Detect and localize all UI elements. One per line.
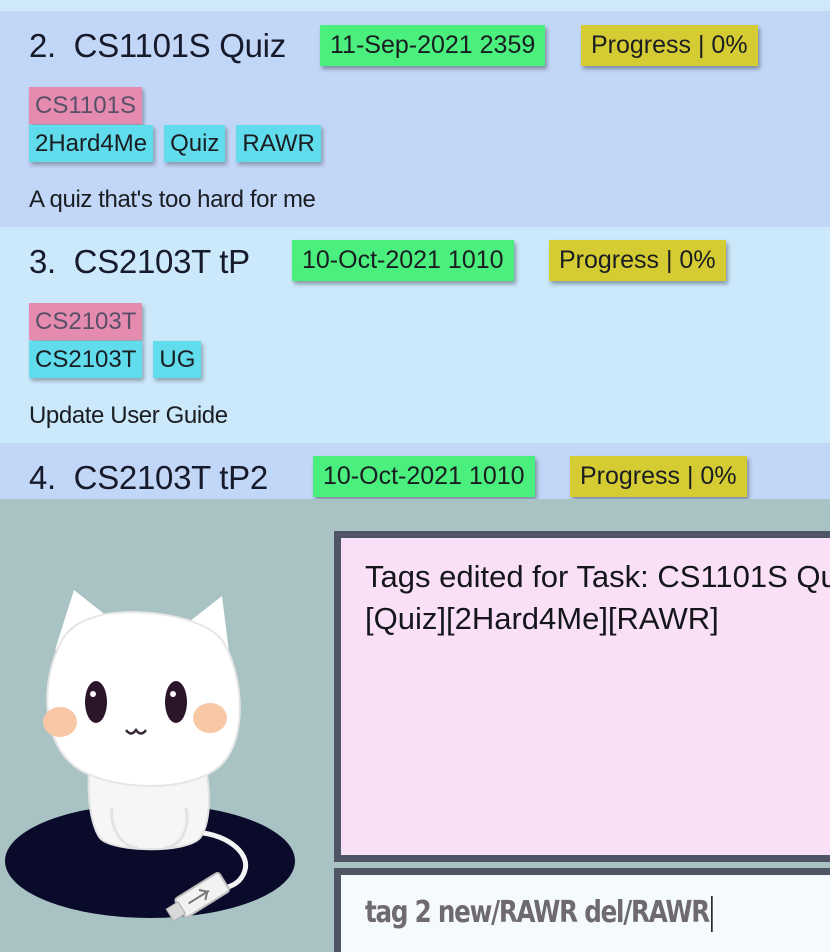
- tag-list: 2Hard4Me Quiz RAWR: [29, 125, 321, 162]
- cat-mascot-icon: [5, 590, 295, 922]
- module-tag: CS1101S: [29, 87, 142, 124]
- tag: CS2103T: [29, 341, 143, 378]
- result-display: Tags edited for Task: CS1101S Quiz [Quiz…: [334, 531, 830, 862]
- progress-chip: Progress | 0%: [570, 456, 747, 497]
- text-caret: [710, 895, 713, 932]
- task-card[interactable]: 2. CS1101S Quiz 11-Sep-2021 2359 Progres…: [0, 11, 830, 227]
- tag: RAWR: [236, 125, 321, 162]
- tag: UG: [153, 341, 202, 378]
- progress-chip: Progress | 0%: [581, 25, 758, 66]
- module-tag: CS2103T: [29, 303, 143, 340]
- command-input[interactable]: tag 2 new/RAWR del/RAWR: [365, 895, 713, 932]
- deadline-chip: 10-Oct-2021 1010: [313, 456, 535, 497]
- task-index: 3.: [29, 243, 56, 280]
- deadline-chip: 10-Oct-2021 1010: [292, 240, 514, 281]
- task-name: CS2103T tP2: [73, 459, 269, 496]
- task-name: CS2103T tP: [73, 243, 250, 280]
- task-card[interactable]: 4. CS2103T tP2 10-Oct-2021 1010 Progress…: [0, 443, 830, 499]
- tag-list: CS2103T UG: [29, 341, 202, 378]
- task-description: A quiz that's too hard for me: [29, 186, 316, 213]
- result-message: Tags edited for Task: CS1101S Quiz [Quiz…: [365, 559, 830, 636]
- progress-chip: Progress | 0%: [549, 240, 726, 281]
- tag: Quiz: [164, 125, 226, 162]
- task-index: 2.: [29, 27, 56, 64]
- command-box[interactable]: tag 2 new/RAWR del/RAWR: [334, 868, 830, 952]
- task-card[interactable]: 3. CS2103T tP 10-Oct-2021 1010 Progress …: [0, 227, 830, 443]
- task-list[interactable]: 2. CS1101S Quiz 11-Sep-2021 2359 Progres…: [0, 0, 830, 499]
- task-index: 4.: [29, 459, 56, 496]
- deadline-chip: 11-Sep-2021 2359: [320, 25, 546, 66]
- tag: 2Hard4Me: [29, 125, 154, 162]
- command-text: tag 2 new/RAWR del/RAWR: [365, 895, 710, 930]
- task-list-top-edge: [0, 0, 830, 11]
- task-description: Update User Guide: [29, 402, 228, 429]
- task-title: 2. CS1101S Quiz: [29, 27, 286, 65]
- task-title: 3. CS2103T tP: [29, 243, 250, 281]
- task-name: CS1101S Quiz: [73, 27, 287, 64]
- task-title: 4. CS2103T tP2: [29, 459, 268, 497]
